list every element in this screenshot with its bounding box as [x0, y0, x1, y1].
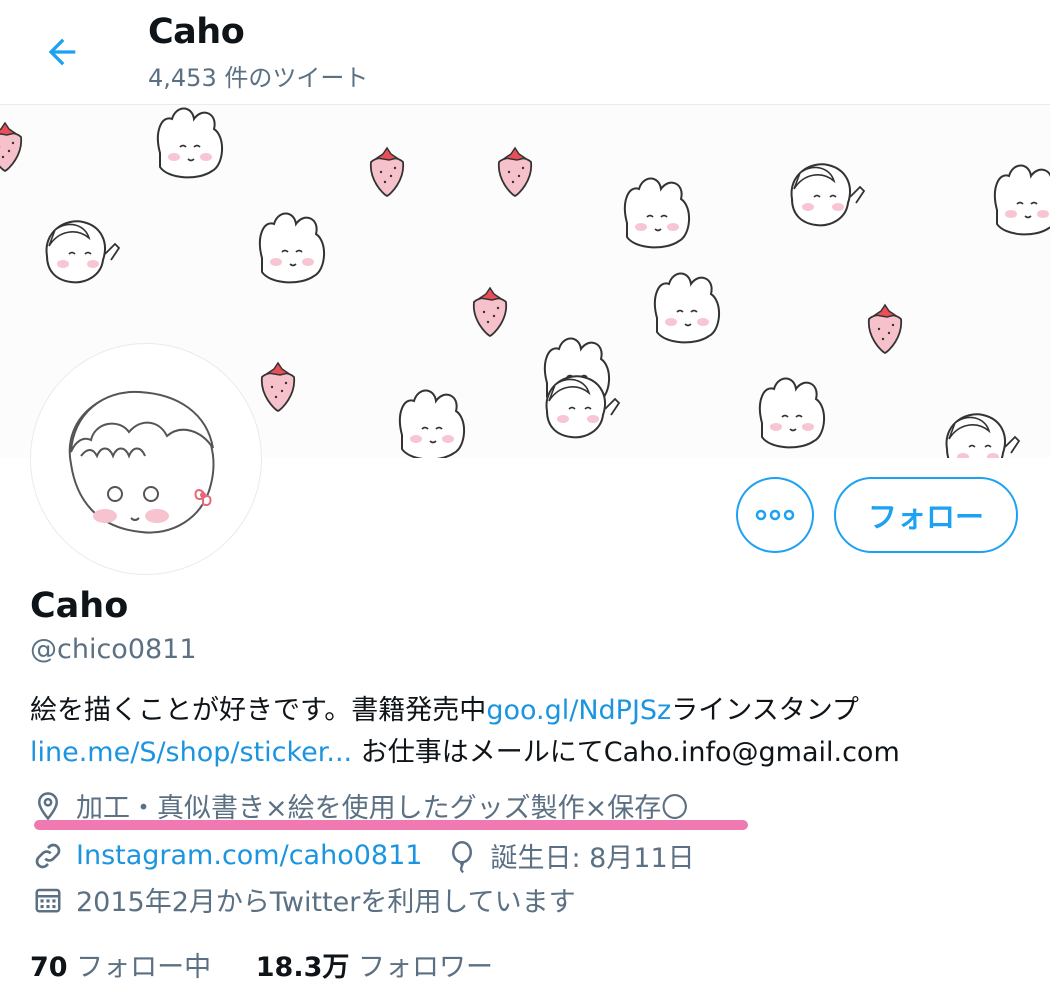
- bio-book-link[interactable]: goo.gl/NdPJSz: [486, 695, 671, 726]
- more-options-button[interactable]: [736, 477, 814, 553]
- highlight-underline: [34, 820, 748, 830]
- profile-header: Caho 4,453 件のツイート: [0, 0, 1050, 105]
- back-button[interactable]: [38, 30, 86, 74]
- bio-line-sticker-link[interactable]: line.me/S/shop/sticker...: [30, 737, 352, 768]
- profile-handle: @chico0811: [30, 634, 197, 665]
- followers-count: 18.3万: [255, 952, 350, 983]
- following-label: フォロー中: [76, 952, 212, 983]
- location-pin-icon: [30, 788, 66, 824]
- avatar-illustration: [68, 390, 215, 534]
- header-title: Caho: [148, 12, 245, 52]
- profile-name: Caho: [30, 586, 129, 626]
- calendar-icon: [30, 882, 66, 918]
- profile-joined: 2015年2月からTwitterを利用しています: [30, 880, 576, 919]
- bio-text: お仕事はメールにてCaho.info@gmail.com: [352, 737, 900, 768]
- link-icon: [30, 838, 66, 874]
- followers-stat[interactable]: 18.3万 フォロワー: [256, 952, 493, 983]
- bio-text: ラインスタンプ: [671, 695, 859, 726]
- balloon-icon: [444, 838, 480, 874]
- follow-stats: 70 フォロー中 18.3万 フォロワー: [30, 945, 493, 984]
- website-link[interactable]: Instagram.com/caho0811: [76, 840, 422, 871]
- follow-button[interactable]: フォロー: [834, 477, 1018, 553]
- profile-bio: 絵を描くことが好きです。書籍発売中goo.gl/NdPJSzラインスタンプ lin…: [30, 690, 1030, 774]
- birthday-text: 誕生日: 8月11日: [490, 843, 695, 874]
- bio-text: 絵を描くことが好きです。書籍発売中: [30, 695, 487, 726]
- profile-avatar[interactable]: [30, 343, 262, 575]
- more-options-icon: [755, 509, 795, 521]
- profile-website-birthday-row: Instagram.com/caho0811 誕生日: 8月11日: [30, 836, 695, 875]
- arrow-left-icon: [48, 38, 76, 66]
- following-stat[interactable]: 70 フォロー中: [30, 952, 211, 983]
- following-count: 70: [30, 952, 68, 983]
- followers-label: フォロワー: [357, 952, 493, 983]
- joined-text: 2015年2月からTwitterを利用しています: [76, 887, 576, 918]
- tweet-count: 4,453 件のツイート: [148, 64, 369, 92]
